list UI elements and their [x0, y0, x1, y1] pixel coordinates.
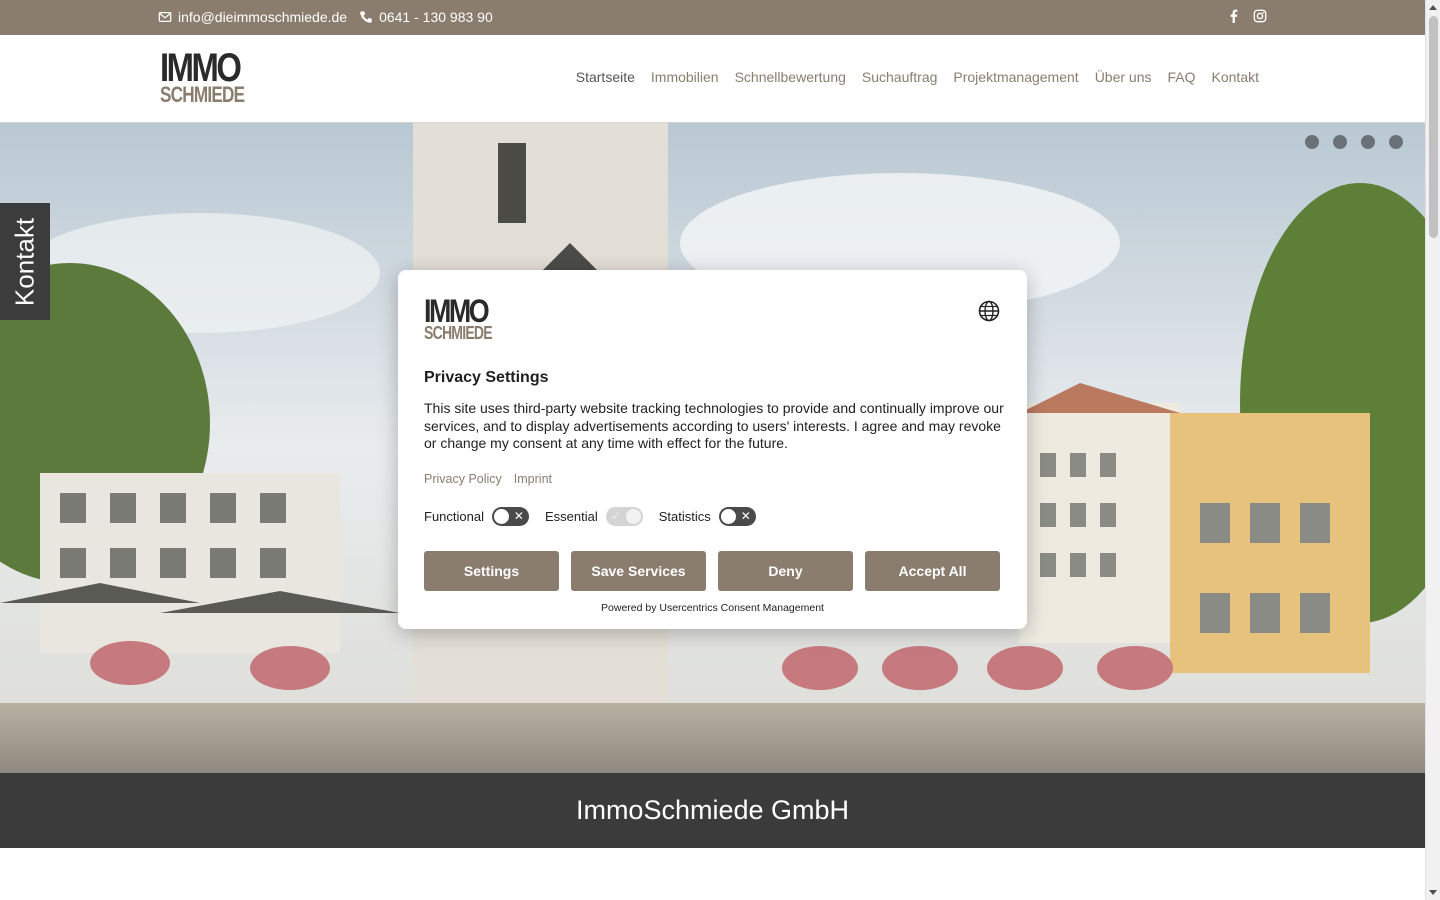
essential-switch: ✓ — [605, 507, 643, 526]
toggle-statistics-label: Statistics — [658, 509, 711, 524]
imprint-link[interactable]: Imprint — [514, 472, 552, 486]
instagram-link[interactable] — [1253, 9, 1267, 26]
slider-dot[interactable] — [1305, 135, 1319, 149]
side-kontakt-tab[interactable]: Kontakt — [0, 203, 50, 320]
toggle-statistics: Statistics ✕ — [659, 507, 756, 526]
settings-button[interactable]: Settings — [424, 551, 559, 591]
consent-links: Privacy Policy Imprint — [424, 472, 552, 486]
phone-text: 0641 - 130 983 90 — [379, 9, 493, 25]
slider-dot[interactable] — [1333, 135, 1347, 149]
statistics-switch[interactable]: ✕ — [718, 507, 756, 526]
scroll-down-arrow-icon[interactable] — [1429, 890, 1437, 895]
logo-text-immo: IMMO — [160, 46, 242, 90]
consent-logo-immo: IMMO — [424, 293, 490, 329]
nav-item-suchauftrag[interactable]: Suchauftrag — [862, 69, 938, 85]
language-globe-icon[interactable] — [978, 300, 1000, 322]
slider-dot[interactable] — [1389, 135, 1403, 149]
accept-all-button[interactable]: Accept All — [865, 551, 1000, 591]
nav-item-kontakt[interactable]: Kontakt — [1212, 69, 1259, 85]
toggle-functional: Functional ✕ — [424, 507, 529, 526]
save-services-button[interactable]: Save Services — [571, 551, 706, 591]
check-icon: ✓ — [610, 509, 621, 523]
nav-item-projektmanagement[interactable]: Projektmanagement — [953, 69, 1078, 85]
page-scrollbar[interactable] — [1425, 0, 1440, 900]
company-banner: ImmoSchmiede GmbH — [0, 773, 1425, 848]
deny-button[interactable]: Deny — [718, 551, 853, 591]
instagram-icon — [1253, 9, 1267, 23]
consent-logo-schmiede: SCHMIEDE — [424, 323, 493, 343]
nav-item-schnellbewertung[interactable]: Schnellbewertung — [735, 69, 846, 85]
logo-text-schmiede: SCHMIEDE — [160, 82, 245, 107]
phone-link[interactable]: 0641 - 130 983 90 — [359, 9, 493, 25]
toggle-essential: Essential ✓ — [545, 507, 643, 526]
facebook-icon — [1230, 9, 1238, 23]
nav-item-ueber-uns[interactable]: Über uns — [1095, 69, 1152, 85]
consent-description: This site uses third-party website track… — [424, 400, 1004, 451]
consent-title: Privacy Settings — [424, 369, 549, 386]
email-link[interactable]: info@dieimmoschmiede.de — [158, 9, 347, 25]
envelope-icon — [158, 12, 172, 22]
slider-pagination — [1305, 135, 1403, 149]
slider-dot[interactable] — [1361, 135, 1375, 149]
consent-logo: IMMO SCHMIEDE — [424, 293, 493, 344]
phone-icon — [360, 11, 372, 23]
toggle-essential-label: Essential — [544, 509, 598, 524]
consent-buttons: Settings Save Services Deny Accept All — [424, 551, 1000, 591]
top-contact-bar: info@dieimmoschmiede.de 0641 - 130 983 9… — [0, 0, 1425, 35]
nav-item-faq[interactable]: FAQ — [1168, 69, 1196, 85]
nav-item-immobilien[interactable]: Immobilien — [651, 69, 719, 85]
toggle-functional-label: Functional — [424, 509, 484, 524]
privacy-consent-dialog: IMMO SCHMIEDE Privacy Settings This site… — [398, 270, 1027, 629]
scrollbar-thumb[interactable] — [1429, 16, 1438, 238]
contact-info: info@dieimmoschmiede.de 0641 - 130 983 9… — [158, 9, 493, 25]
side-kontakt-label: Kontakt — [9, 217, 40, 306]
social-links — [1227, 9, 1267, 26]
site-logo[interactable]: IMMO SCHMIEDE — [160, 46, 245, 107]
consent-toggles: Functional ✕ Essential ✓ Statistics ✕ — [424, 507, 772, 526]
facebook-link[interactable] — [1227, 9, 1241, 26]
company-name-heading: ImmoSchmiede GmbH — [575, 795, 850, 825]
scroll-up-arrow-icon[interactable] — [1429, 5, 1437, 10]
close-icon: ✕ — [513, 509, 524, 523]
nav-item-startseite[interactable]: Startseite — [576, 69, 635, 85]
powered-by-text: Powered by Usercentrics Consent Manageme… — [601, 602, 824, 614]
site-header: IMMO SCHMIEDE Startseite Immobilien Schn… — [0, 35, 1425, 123]
close-icon: ✕ — [740, 509, 751, 523]
email-text: info@dieimmoschmiede.de — [178, 9, 348, 25]
main-navigation: Startseite Immobilien Schnellbewertung S… — [576, 69, 1259, 85]
functional-switch[interactable]: ✕ — [491, 507, 529, 526]
privacy-policy-link[interactable]: Privacy Policy — [424, 472, 502, 486]
